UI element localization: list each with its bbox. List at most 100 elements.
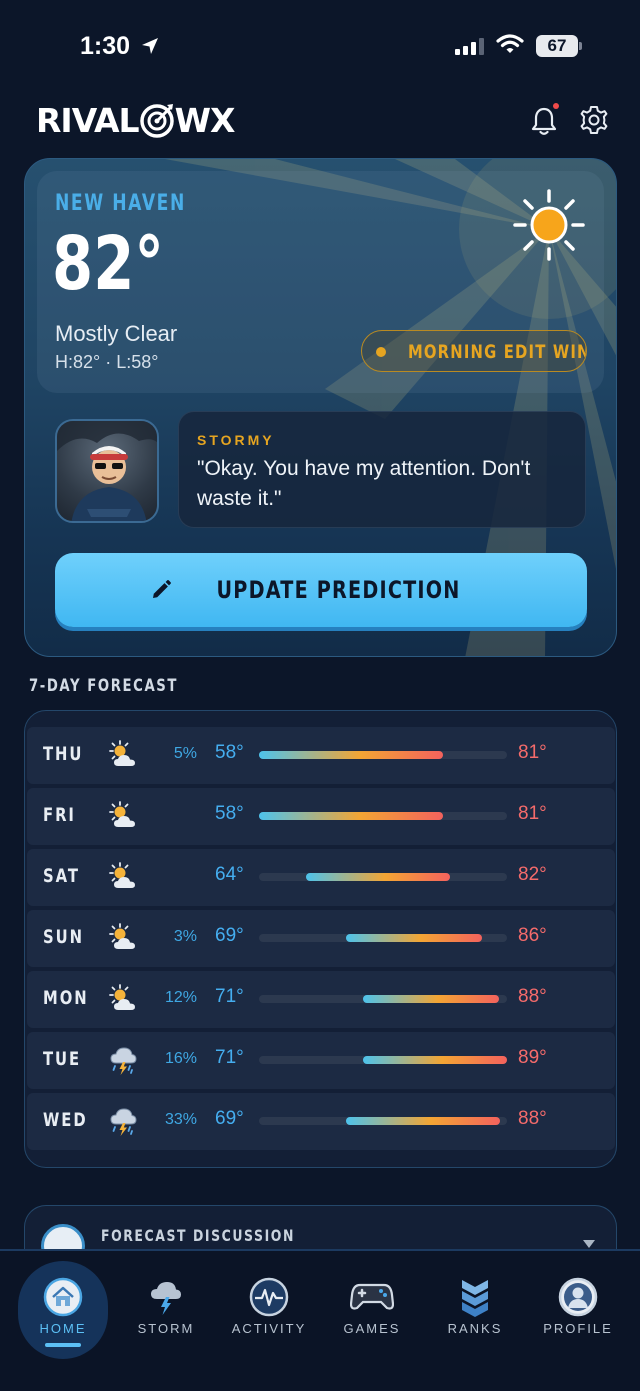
temp-range-bar — [363, 1056, 507, 1064]
partly-sunny-icon — [107, 983, 139, 1020]
partly-sunny-icon — [107, 739, 139, 776]
morning-edit-window-badge: MORNING EDIT WINDOW — [361, 330, 587, 372]
forecast-row-thu[interactable]: THU 5% 58° 81° — [27, 727, 615, 784]
tab-label: GAMES — [343, 1321, 401, 1336]
storm-cloud-icon — [146, 1277, 186, 1322]
precip-chance: 33% — [164, 1111, 197, 1128]
high-temp: 88° — [518, 1108, 547, 1129]
partly-sunny-icon — [107, 800, 139, 837]
forecast-day: MON — [43, 987, 89, 1009]
forecast-row-tue[interactable]: TUE 16% 71° 89° — [27, 1032, 615, 1089]
radar-logo-icon — [139, 104, 174, 138]
low-temp: 71° — [215, 986, 244, 1007]
city-name: NEW HAVEN — [55, 191, 186, 216]
condition-text: Mostly Clear — [55, 321, 178, 346]
forecast-day: SUN — [43, 926, 84, 948]
bottom-tab-bar: HOME STORM ACTIVITY GAMES RANKS PROFILE — [0, 1249, 640, 1391]
tab-label: ACTIVITY — [231, 1321, 307, 1336]
tab-activity[interactable]: ACTIVITY — [217, 1251, 321, 1361]
forecast-row-wed[interactable]: WED 33% 69° 88° — [27, 1093, 615, 1150]
forecast-row-fri[interactable]: FRI 58° 81° — [27, 788, 615, 845]
low-temp: 58° — [215, 803, 244, 824]
stormy-character-icon — [57, 421, 157, 521]
low-temp: 58° — [215, 742, 244, 763]
sun-icon — [513, 189, 585, 261]
precip-chance: 12% — [164, 989, 197, 1006]
wifi-icon — [496, 34, 524, 53]
precip-chance: 3% — [173, 928, 197, 945]
temp-range-bar — [363, 995, 499, 1003]
stormy-speech-bubble: STORMY "Okay. You have my attention. Don… — [178, 411, 586, 528]
temp-range-bar — [259, 751, 443, 759]
tab-label: HOME — [39, 1321, 87, 1336]
partly-sunny-icon — [107, 861, 139, 898]
logo-text-right: WX — [174, 100, 236, 140]
notification-badge-dot — [553, 103, 559, 109]
temp-range-bar — [346, 1117, 500, 1125]
notifications-bell-icon[interactable] — [530, 106, 558, 136]
precip-chance: 16% — [164, 1050, 197, 1067]
temp-range-track — [259, 1056, 507, 1064]
settings-gear-icon[interactable] — [578, 104, 610, 136]
temp-range-bar — [346, 934, 482, 942]
tab-profile[interactable]: PROFILE — [526, 1251, 630, 1361]
tab-games[interactable]: GAMES — [320, 1251, 424, 1361]
current-weather-card: NEW HAVEN 82° Mostly Clear H:82° · L:58°… — [24, 158, 617, 657]
stormy-quote: "Okay. You have my attention. Don't wast… — [197, 457, 531, 510]
temp-range-track — [259, 995, 507, 1003]
low-temp: 64° — [215, 864, 244, 885]
forecast-day: WED — [43, 1109, 88, 1131]
temp-range-track — [259, 751, 507, 759]
logo-text-left: RIVAL — [36, 100, 140, 140]
update-prediction-button[interactable]: UPDATE PREDICTION — [55, 553, 587, 627]
seven-day-forecast-card: THU 5% 58° 81° FRI 58° 81° SAT 64° 82° SUN 3% 69° 86°… — [24, 710, 617, 1168]
forecast-day: FRI — [43, 804, 76, 826]
high-temp: 89° — [518, 1047, 547, 1068]
chevron-down-icon[interactable] — [583, 1240, 595, 1248]
profile-icon — [558, 1277, 598, 1322]
ranks-chevron-icon — [459, 1277, 491, 1322]
tab-label: RANKS — [447, 1321, 503, 1336]
speaker-name: STORMY — [197, 432, 275, 448]
forecast-day: SAT — [43, 865, 80, 887]
precip-chance: 5% — [173, 745, 197, 762]
edit-window-dot — [376, 347, 386, 357]
temp-range-track — [259, 934, 507, 942]
tab-ranks[interactable]: RANKS — [423, 1251, 527, 1361]
high-temp: 81° — [518, 742, 547, 763]
thunderstorm-icon — [107, 1105, 139, 1142]
stormy-avatar — [55, 419, 159, 523]
forecast-row-sun[interactable]: SUN 3% 69° 86° — [27, 910, 615, 967]
cellular-signal-icon — [455, 37, 484, 55]
forecast-section-title: 7-DAY FORECAST — [29, 676, 178, 696]
high-low-temps: H:82° · L:58° — [55, 352, 159, 372]
gamepad-icon — [349, 1277, 395, 1318]
edit-window-label: MORNING EDIT WINDOW — [408, 341, 587, 363]
activity-icon — [249, 1277, 289, 1322]
battery-indicator: 67 — [536, 35, 578, 57]
tab-home[interactable]: HOME — [11, 1251, 115, 1361]
current-temperature: 82° — [52, 221, 164, 307]
temp-range-track — [259, 1117, 507, 1125]
low-temp: 69° — [215, 925, 244, 946]
high-temp: 86° — [518, 925, 547, 946]
discussion-title: FORECAST DISCUSSION — [101, 1226, 295, 1245]
high-temp: 88° — [518, 986, 547, 1007]
forecast-row-mon[interactable]: MON 12% 71° 88° — [27, 971, 615, 1028]
status-bar: 1:30 67 — [0, 0, 640, 90]
tab-label: PROFILE — [543, 1321, 613, 1336]
tab-storm[interactable]: STORM — [114, 1251, 218, 1361]
temp-range-track — [259, 812, 507, 820]
forecast-day: THU — [43, 743, 84, 765]
tab-label: STORM — [137, 1321, 195, 1336]
partly-sunny-icon — [107, 922, 139, 959]
low-temp: 71° — [215, 1047, 244, 1068]
app-logo: RIVAL WX — [36, 100, 236, 140]
forecast-row-sat[interactable]: SAT 64° 82° — [27, 849, 615, 906]
update-prediction-label: UPDATE PREDICTION — [216, 576, 462, 604]
high-temp: 82° — [518, 864, 547, 885]
status-time: 1:30 — [80, 32, 131, 60]
low-temp: 69° — [215, 1108, 244, 1129]
battery-tip — [579, 42, 582, 50]
forecast-day: TUE — [43, 1048, 82, 1070]
